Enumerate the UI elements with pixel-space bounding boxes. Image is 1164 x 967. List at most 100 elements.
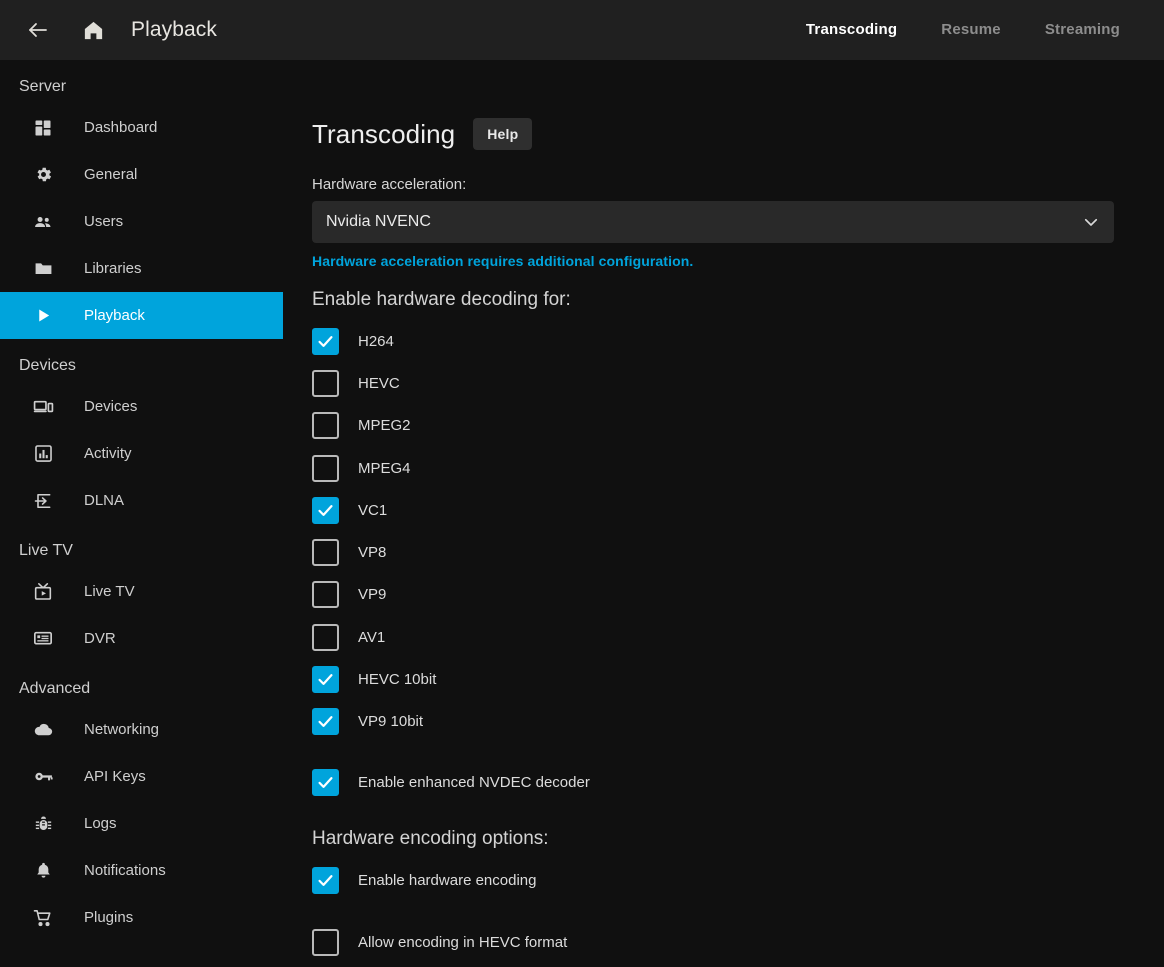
checkbox-row-vp9[interactable]: VP9: [312, 574, 1164, 616]
sidebar-label-notifications: Notifications: [84, 862, 166, 879]
sidebar-item-devices[interactable]: Devices: [0, 383, 283, 430]
dashboard-icon: [31, 116, 55, 140]
home-icon: [82, 19, 105, 42]
sidebar-item-dlna[interactable]: DLNA: [0, 477, 283, 524]
devices-icon: [31, 395, 55, 419]
header-tabs: Transcoding Resume Streaming: [784, 0, 1164, 60]
checkbox-row-vp8[interactable]: VP8: [312, 531, 1164, 573]
checkbox-vp8[interactable]: [312, 539, 339, 566]
checkbox-row-enable-hardware-encoding[interactable]: Enable hardware encoding: [312, 859, 1164, 901]
sidebar-item-playback[interactable]: Playback: [0, 292, 283, 339]
sidebar-navigation: Server Dashboard General Users: [0, 60, 283, 967]
play-icon: [31, 304, 55, 328]
sidebar-item-dashboard[interactable]: Dashboard: [0, 104, 283, 151]
checkbox-h264[interactable]: [312, 328, 339, 355]
users-icon: [31, 210, 55, 234]
checkbox-row-vp9-10bit[interactable]: VP9 10bit: [312, 701, 1164, 743]
bell-icon: [31, 859, 55, 883]
folder-icon: [31, 257, 55, 281]
checkbox-label-vp9-10bit: VP9 10bit: [358, 713, 423, 730]
checkbox-row-h264[interactable]: H264: [312, 320, 1164, 362]
login-arrow-icon: [31, 489, 55, 513]
sidebar-label-libraries: Libraries: [84, 260, 142, 277]
encoding-section-heading: Hardware encoding options:: [283, 828, 1164, 850]
enhanced-decoder-list: Enable enhanced NVDEC decoder: [283, 743, 1164, 803]
dvr-icon: [31, 627, 55, 651]
decoding-section-heading: Enable hardware decoding for:: [283, 289, 1164, 311]
checkbox-label-vc1: VC1: [358, 502, 387, 519]
sidebar-item-logs[interactable]: Logs: [0, 800, 283, 847]
sidebar-item-live-tv[interactable]: Live TV: [0, 568, 283, 615]
checkbox-row-mpeg2[interactable]: MPEG2: [312, 405, 1164, 447]
tab-transcoding[interactable]: Transcoding: [784, 0, 919, 60]
checkbox-hevc[interactable]: [312, 370, 339, 397]
checkbox-row-vc1[interactable]: VC1: [312, 489, 1164, 531]
sidebar-label-networking: Networking: [84, 721, 159, 738]
checkbox-label-vp8: VP8: [358, 544, 386, 561]
cloud-icon: [31, 718, 55, 742]
sidebar-item-plugins[interactable]: Plugins: [0, 894, 283, 941]
checkbox-vp9-10bit[interactable]: [312, 708, 339, 735]
sidebar-label-playback: Playback: [84, 307, 145, 324]
checkbox-vp9[interactable]: [312, 581, 339, 608]
page-header: Transcoding Help: [283, 60, 1164, 150]
back-button[interactable]: [16, 8, 60, 52]
checkbox-label-mpeg4: MPEG4: [358, 460, 411, 477]
hardware-acceleration-select[interactable]: Nvidia NVENC: [312, 201, 1114, 243]
checkbox-label-enhanced-nvdec: Enable enhanced NVDEC decoder: [358, 774, 590, 791]
sidebar-label-dlna: DLNA: [84, 492, 124, 509]
checkbox-mpeg2[interactable]: [312, 412, 339, 439]
checkbox-row-enhanced-nvdec[interactable]: Enable enhanced NVDEC decoder: [312, 761, 1164, 803]
sidebar-item-dvr[interactable]: DVR: [0, 615, 283, 662]
sidebar-item-users[interactable]: Users: [0, 198, 283, 245]
sidebar-label-dashboard: Dashboard: [84, 119, 157, 136]
tv-icon: [31, 580, 55, 604]
checkbox-av1[interactable]: [312, 624, 339, 651]
checkbox-row-allow-hevc-encoding[interactable]: Allow encoding in HEVC format: [312, 922, 1164, 964]
home-button[interactable]: [71, 8, 115, 52]
help-button[interactable]: Help: [473, 118, 532, 150]
checkbox-label-hevc: HEVC: [358, 375, 400, 392]
page-breadcrumb-title: Playback: [131, 18, 217, 42]
checkbox-row-mpeg4[interactable]: MPEG4: [312, 447, 1164, 489]
tab-resume[interactable]: Resume: [919, 0, 1023, 60]
checkbox-row-hevc[interactable]: HEVC: [312, 362, 1164, 404]
tab-streaming[interactable]: Streaming: [1023, 0, 1142, 60]
checkbox-vc1[interactable]: [312, 497, 339, 524]
sidebar-item-api-keys[interactable]: API Keys: [0, 753, 283, 800]
sidebar-label-api-keys: API Keys: [84, 768, 146, 785]
gear-icon: [31, 163, 55, 187]
hardware-acceleration-select-wrap: Nvidia NVENC: [312, 201, 1114, 243]
sidebar-item-notifications[interactable]: Notifications: [0, 847, 283, 894]
checkbox-label-mpeg2: MPEG2: [358, 417, 411, 434]
hardware-acceleration-warning: Hardware acceleration requires additiona…: [312, 253, 1164, 269]
key-icon: [31, 765, 55, 789]
arrow-left-icon: [26, 18, 50, 42]
sidebar-item-networking[interactable]: Networking: [0, 706, 283, 753]
decoding-options-list: H264 HEVC MPEG2 MPEG4 VC1 VP8 VP9: [283, 311, 1164, 743]
sidebar-label-devices: Devices: [84, 398, 137, 415]
sidebar-section-advanced: Advanced: [0, 662, 283, 706]
checkbox-label-hevc-10bit: HEVC 10bit: [358, 671, 436, 688]
checkbox-allow-hevc-encoding[interactable]: [312, 929, 339, 956]
bar-chart-icon: [31, 442, 55, 466]
sidebar-section-live-tv: Live TV: [0, 524, 283, 568]
sidebar-item-activity[interactable]: Activity: [0, 430, 283, 477]
sidebar-item-libraries[interactable]: Libraries: [0, 245, 283, 292]
checkbox-hevc-10bit[interactable]: [312, 666, 339, 693]
checkbox-row-hevc-10bit[interactable]: HEVC 10bit: [312, 658, 1164, 700]
checkbox-enhanced-nvdec[interactable]: [312, 769, 339, 796]
checkbox-label-enable-hardware-encoding: Enable hardware encoding: [358, 872, 536, 889]
main-content: Transcoding Help Hardware acceleration: …: [283, 60, 1164, 967]
checkbox-mpeg4[interactable]: [312, 455, 339, 482]
sidebar-item-general[interactable]: General: [0, 151, 283, 198]
sidebar-label-activity: Activity: [84, 445, 132, 462]
sidebar-label-users: Users: [84, 213, 123, 230]
checkbox-label-av1: AV1: [358, 629, 385, 646]
top-header-bar: Playback Transcoding Resume Streaming: [0, 0, 1164, 60]
checkbox-row-av1[interactable]: AV1: [312, 616, 1164, 658]
checkbox-enable-hardware-encoding[interactable]: [312, 867, 339, 894]
hardware-acceleration-label: Hardware acceleration:: [312, 176, 1164, 193]
hardware-acceleration-field: Hardware acceleration: Nvidia NVENC Hard…: [283, 150, 1164, 269]
encoding-options-list: Enable hardware encoding Allow encoding …: [283, 850, 1164, 964]
